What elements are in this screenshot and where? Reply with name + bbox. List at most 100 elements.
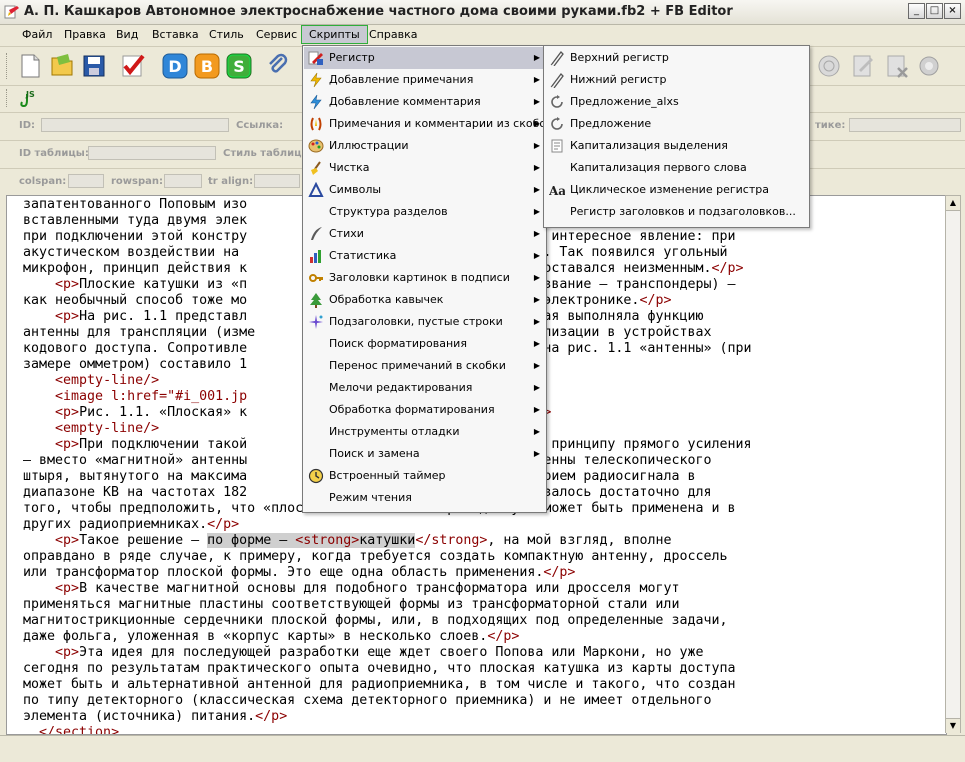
register-submenu-item[interactable]: Нижний регистр: [545, 69, 808, 91]
scripts-menu-item[interactable]: Чистка ▶: [304, 157, 545, 179]
xml-tag: </p>: [487, 629, 520, 644]
save-icon[interactable]: [80, 52, 108, 80]
scripts-menu-item[interactable]: Подзаголовки, пустые строки ▶: [304, 311, 545, 333]
menu-item-label: Поиск форматирования: [329, 337, 467, 350]
s-mode-icon[interactable]: S: [225, 52, 253, 80]
editor-text-run: может быть и альтернативной антенной для…: [23, 677, 736, 692]
register-submenu-item[interactable]: Aa Циклическое изменение регистра: [545, 179, 808, 201]
menu-item-label: Стихи: [329, 227, 364, 240]
scripts-menu-item[interactable]: Структура разделов ▶: [304, 201, 545, 223]
menu-item-label: Капитализация выделения: [570, 139, 728, 152]
menu-help[interactable]: Справка: [362, 26, 424, 44]
submenu-arrow-icon: ▶: [533, 317, 540, 326]
scripts-menu-item[interactable]: Символы ▶: [304, 179, 545, 201]
open-document-icon[interactable]: [48, 52, 76, 80]
scripts-menu-item[interactable]: Обработка форматирования ▶: [304, 399, 545, 421]
menu-item-label: Инструменты отладки: [329, 425, 460, 438]
menu-style[interactable]: Стиль: [202, 26, 251, 44]
scripts-menu-item[interactable]: Статистика ▶: [304, 245, 545, 267]
editor-text-run: , на мой взгляд, вполне: [487, 533, 672, 548]
chart-icon: [310, 250, 321, 263]
minimize-button[interactable]: _: [908, 3, 925, 19]
validate-check-icon[interactable]: [119, 52, 147, 80]
menu-file[interactable]: Файл: [15, 26, 59, 44]
d-mode-icon[interactable]: D: [161, 52, 189, 80]
scripts-menu-item[interactable]: Поиск форматирования ▶: [304, 333, 545, 355]
scripts-menu-item[interactable]: Инструменты отладки ▶: [304, 421, 545, 443]
menu-service[interactable]: Сервис: [249, 26, 304, 44]
editor-text-run: [23, 277, 55, 292]
scripts-menu-item[interactable]: Встроенный таймер: [304, 465, 545, 487]
remove-document-icon[interactable]: [883, 52, 911, 80]
selected-text: катушки: [359, 533, 416, 548]
register-submenu-item[interactable]: Капитализация первого слова: [545, 157, 808, 179]
tooltip-input[interactable]: [849, 118, 961, 132]
tralign-select[interactable]: [254, 174, 300, 188]
xml-tag: <p>: [55, 405, 80, 420]
scripts-menu-item[interactable]: Иллюстрации ▶: [304, 135, 545, 157]
maximize-button[interactable]: □: [926, 3, 943, 19]
scripts-menu-item[interactable]: Заголовки картинок в подписи ▶: [304, 267, 545, 289]
editor-text-run: Эта идея для последующей разработки еще …: [79, 645, 704, 660]
attachment-icon[interactable]: [264, 52, 292, 80]
toolbar-grip[interactable]: [6, 89, 10, 107]
colspan-input[interactable]: [68, 174, 104, 188]
submenu-arrow-icon: ▶: [533, 163, 540, 172]
xml-tag: </p>: [543, 565, 576, 580]
id-input[interactable]: [41, 118, 229, 132]
editor-vertical-scrollbar[interactable]: ▲ ▼: [945, 195, 961, 733]
scripts-dropdown-menu: Регистр ▶ Добавление примечания ▶ Добавление…: [302, 45, 553, 513]
scripts-menu-item[interactable]: Стихи ▶: [304, 223, 545, 245]
menu-edit[interactable]: Правка: [57, 26, 113, 44]
scripts-menu-item[interactable]: Режим чтения: [304, 487, 545, 509]
register-submenu-item[interactable]: Регистр заголовков и подзаголовков...: [545, 201, 808, 223]
scroll-down-arrow-icon[interactable]: ▼: [946, 718, 960, 733]
menu-view[interactable]: Вид: [109, 26, 145, 44]
menu-scripts[interactable]: Скрипты: [301, 25, 368, 44]
submenu-arrow-icon: ▶: [533, 119, 540, 128]
scripts-menu-item[interactable]: Добавление комментария ▶: [304, 91, 545, 113]
menu-item-label: Иллюстрации: [329, 139, 409, 152]
scripts-menu-item[interactable]: Поиск и замена ▶: [304, 443, 545, 465]
id-label: ID:: [19, 120, 36, 131]
selected-text: по форме –: [207, 533, 296, 548]
scripts-menu-item[interactable]: Обработка кавычек ▶: [304, 289, 545, 311]
editor-text-run: [23, 309, 55, 324]
submenu-arrow-icon: ▶: [533, 361, 540, 370]
new-document-icon[interactable]: [16, 52, 44, 80]
menu-item-label: Встроенный таймер: [329, 469, 446, 482]
settings-icon[interactable]: [915, 52, 943, 80]
editor-text-run: [23, 389, 55, 404]
rowspan-input[interactable]: [164, 174, 202, 188]
editor-text-run: как необычный способ тоже мо: [23, 293, 248, 308]
menu-item-label: Примечания и комментарии из скобок: [329, 117, 553, 130]
submenu-arrow-icon: ▶: [533, 339, 540, 348]
edit-document-icon[interactable]: [849, 52, 877, 80]
menu-insert[interactable]: Вставка: [145, 26, 206, 44]
submenu-arrow-icon: ▶: [533, 251, 540, 260]
submenu-arrow-icon: ▶: [533, 427, 540, 436]
tralign-label: tr align:: [208, 176, 254, 187]
b-mode-icon[interactable]: B: [193, 52, 221, 80]
globe-icon[interactable]: [815, 52, 843, 80]
scripts-menu-item[interactable]: Регистр ▶: [304, 47, 545, 69]
register-submenu-item[interactable]: Предложение_alxs: [545, 91, 808, 113]
cycle-icon: [551, 95, 563, 108]
scroll-up-arrow-icon[interactable]: ▲: [946, 196, 960, 211]
fb-editor-app-icon[interactable]: [4, 4, 20, 20]
xml-tag: <image l:href="#i_001.jp: [55, 389, 248, 404]
close-button[interactable]: ×: [944, 3, 961, 19]
scripts-menu-item[interactable]: Примечания и комментарии из скобок ▶: [304, 113, 553, 135]
menu-bar: Файл Правка Вид Вставка Стиль Сервис Скр…: [0, 25, 965, 45]
palette-icon: [308, 139, 324, 153]
register-submenu-item[interactable]: Верхний регистр: [545, 47, 808, 69]
js-script-icon[interactable]: JS: [18, 88, 38, 108]
table-id-input[interactable]: [88, 146, 216, 160]
register-submenu-item[interactable]: Капитализация выделения: [545, 135, 808, 157]
editor-text-run: антенны для транспляции (изме: [23, 325, 256, 340]
scripts-menu-item[interactable]: Добавление примечания ▶: [304, 69, 545, 91]
scripts-menu-item[interactable]: Перенос примечаний в скобки ▶: [304, 355, 545, 377]
scripts-menu-item[interactable]: Мелочи редактирования ▶: [304, 377, 545, 399]
register-submenu-item[interactable]: Предложение: [545, 113, 808, 135]
toolbar-grip[interactable]: [6, 53, 10, 79]
